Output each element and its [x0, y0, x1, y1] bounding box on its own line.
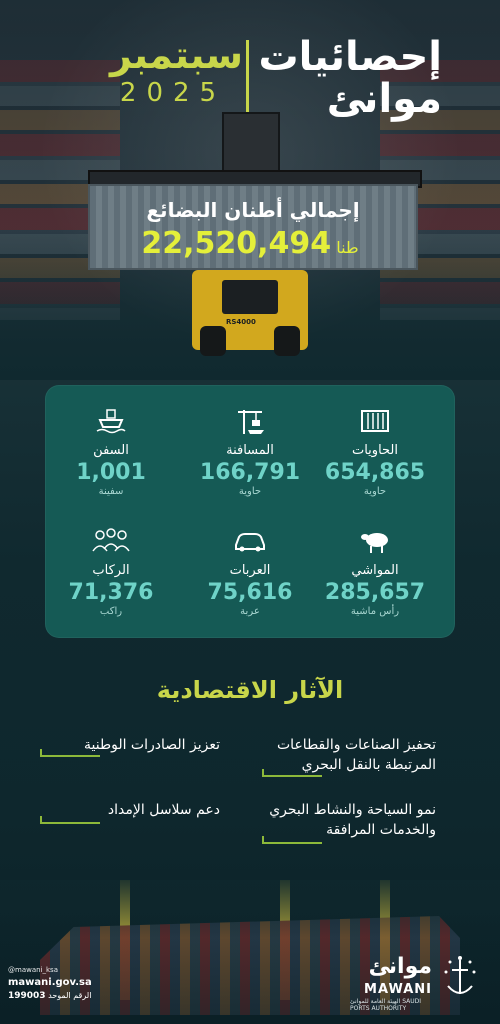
stat-ships: السفن 1,001 سفينة — [51, 405, 171, 497]
logo-sub-ar: الهيئة العامة للموانئ — [350, 998, 401, 1005]
stat-label: العربات — [229, 563, 271, 578]
cargo-total: طنا 22,520,494 — [90, 226, 416, 261]
sheep-icon — [355, 525, 395, 557]
cargo-label: إجمالي أطنان البضائع — [146, 198, 360, 222]
stat-unit: حاوية — [238, 486, 262, 497]
unified-number: 199003 — [8, 990, 46, 1001]
effect-underline — [40, 749, 100, 757]
stat-value: 75,616 — [207, 580, 293, 605]
unified-label: الرقم الموحد — [48, 990, 92, 1000]
stat-unit: سفينة — [98, 486, 124, 497]
stat-unit: حاوية — [363, 486, 387, 497]
logo-arabic: موانئ — [368, 954, 432, 979]
stat-unit: عربة — [240, 606, 260, 617]
ship-icon — [91, 405, 131, 437]
social-handle: @mawani_ksa — [8, 966, 58, 974]
stat-label: الركاب — [92, 563, 130, 578]
stat-label: الحاويات — [351, 443, 399, 458]
effect-item: تعزيز الصادرات الوطنية — [83, 737, 220, 753]
cargo-container: إجمالي أطنان البضائع طنا 22,520,494 — [88, 184, 418, 270]
passengers-icon — [91, 525, 131, 557]
stat-unit: راكب — [99, 606, 123, 617]
infographic: إحصائيات موانئ سبتمبر 2025 إجمالي أطنان … — [0, 0, 500, 1024]
period: سبتمبر 2025 — [110, 33, 244, 108]
mawani-logo: موانئ MAWANI الهيئة العامة للموانئ SAUDI… — [350, 950, 480, 1012]
truck-cab — [222, 280, 278, 314]
crane-ship-icon — [230, 405, 270, 437]
container-icon — [355, 405, 395, 437]
stat-containers: الحاويات 654,865 حاوية — [315, 405, 435, 497]
stat-value: 71,376 — [68, 580, 154, 605]
effect-item: نمو السياحة والنشاط البحري والخدمات المر… — [269, 802, 436, 839]
cargo-unit: طنا — [336, 238, 359, 257]
effect-underline — [40, 816, 100, 824]
title-divider — [246, 40, 249, 118]
website-link[interactable]: mawani.gov.sa — [8, 976, 92, 990]
stat-value: 166,791 — [199, 460, 301, 485]
stats-panel: الحاويات 654,865 حاوية المسافنة 166,791 … — [45, 385, 455, 638]
anchor-emblem-icon — [440, 954, 480, 1006]
footer-contacts: @mawani_ksa mawani.gov.sa 199003 الرقم ا… — [8, 966, 92, 1002]
cargo-value: 22,520,494 — [141, 226, 332, 261]
stat-value: 285,657 — [324, 580, 426, 605]
month: سبتمبر — [110, 33, 244, 77]
truck-wheel — [200, 326, 226, 356]
stat-passengers: الركاب 71,376 راكب — [51, 525, 171, 617]
effect-item: دعم سلاسل الإمداد — [107, 802, 220, 818]
truck-wheel — [274, 326, 300, 356]
unified-number-row: 199003 الرقم الموحد — [8, 990, 92, 1003]
reach-stacker-truck: RS4000 — [192, 270, 308, 356]
stat-value: 654,865 — [324, 460, 426, 485]
year: 2025 — [119, 77, 227, 108]
stat-vehicles: العربات 75,616 عربة — [190, 525, 310, 617]
header: إحصائيات موانئ سبتمبر 2025 — [0, 28, 500, 120]
stat-livestock: المواشي 285,657 رأس ماشية — [315, 525, 435, 617]
truck-plate: RS4000 — [226, 318, 256, 326]
stat-label: السفن — [93, 443, 129, 458]
stat-label: المواشي — [351, 563, 399, 578]
page-title: إحصائيات موانئ — [258, 36, 442, 120]
logo-subtitle: الهيئة العامة للموانئ SAUDI PORTS AUTHOR… — [350, 998, 432, 1012]
title-line-1: إحصائيات — [258, 34, 442, 80]
effect-underline — [262, 836, 322, 844]
stat-value: 1,001 — [76, 460, 146, 485]
logo-english: MAWANI — [364, 982, 432, 997]
stat-unit: رأس ماشية — [350, 606, 400, 617]
effect-item: تحفيز الصناعات والقطاعات المرتبطة بالنقل… — [277, 737, 436, 774]
stat-transshipment: المسافنة 166,791 حاوية — [190, 405, 310, 497]
title-line-2: موانئ — [326, 76, 442, 122]
stat-label: المسافنة — [226, 443, 274, 458]
effect-underline — [262, 769, 322, 777]
effects-title: الآثار الاقتصادية — [156, 676, 344, 704]
car-icon — [230, 525, 270, 557]
